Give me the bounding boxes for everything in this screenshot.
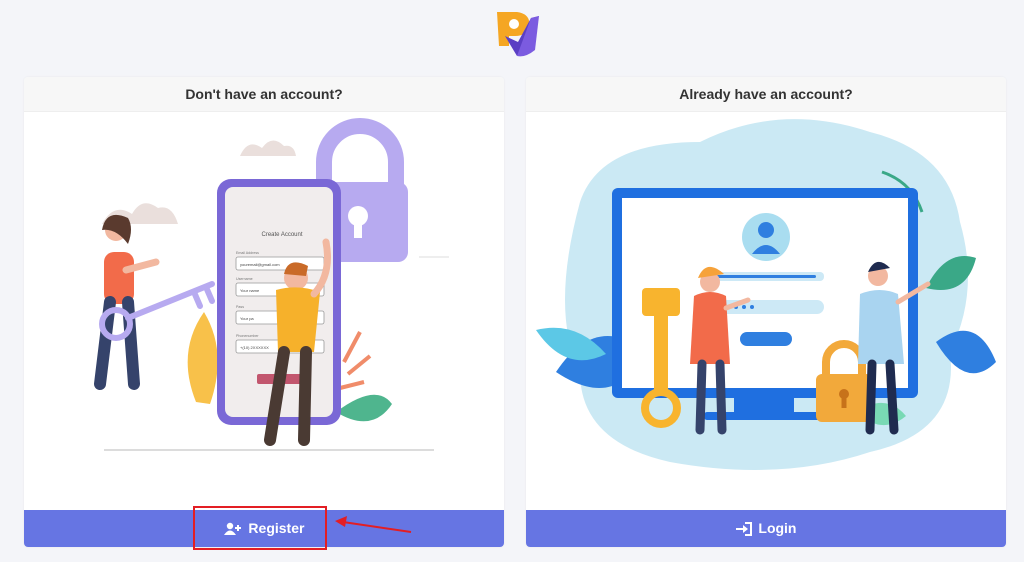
phone-field-label-pass: Pass xyxy=(236,305,244,309)
phone-field-value-pass: Your pa xyxy=(240,316,254,321)
register-card: Don't have an account? Create Account Em… xyxy=(24,77,504,547)
annotation-arrow-icon xyxy=(335,516,412,533)
sign-in-icon xyxy=(735,522,752,537)
phone-field-label-email: Email Address xyxy=(236,251,259,255)
phone-field-label-phone: Phonenumber xyxy=(236,334,259,338)
phone-field-value-email: youremail@gmail.com xyxy=(240,262,280,267)
login-card: Already have an account? Login xyxy=(526,77,1006,547)
register-button-highlight xyxy=(193,506,327,550)
login-button-label: Login xyxy=(758,520,797,536)
phone-field-value-phone: +(10) 2XXXXXX xyxy=(240,345,269,350)
register-illustration: Create Account Email Address youremail@g… xyxy=(94,118,449,451)
phone-field-value-username: Your name xyxy=(240,288,260,293)
register-card-title: Don't have an account? xyxy=(24,77,504,112)
phone-form-heading: Create Account xyxy=(261,232,302,238)
login-button[interactable]: Login xyxy=(526,510,1006,547)
phone-field-label-username: Username xyxy=(236,277,253,281)
brand-logo-icon xyxy=(497,12,539,57)
login-illustration xyxy=(536,119,996,470)
login-card-title: Already have an account? xyxy=(526,77,1006,112)
